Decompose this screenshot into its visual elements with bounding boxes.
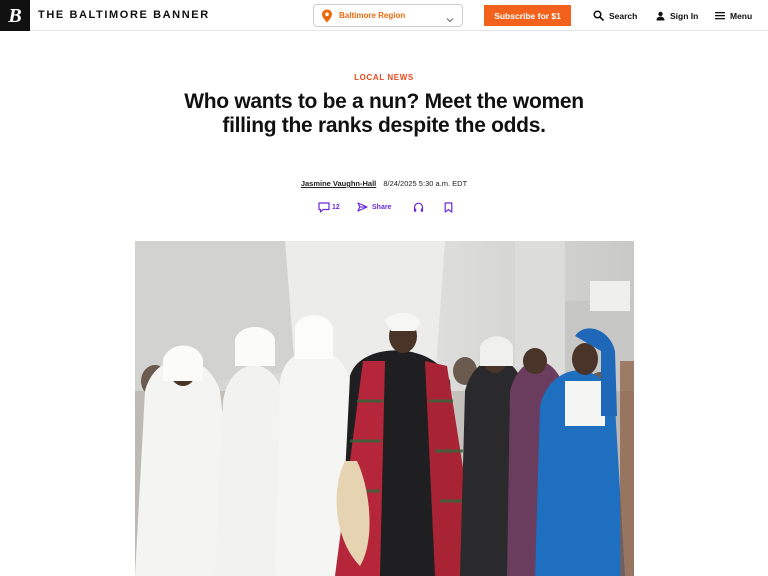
site-header: B THE BALTIMORE BANNER Baltimore Region … bbox=[0, 0, 768, 31]
section-kicker[interactable]: LOCAL NEWS bbox=[0, 73, 768, 82]
menu-label: Menu bbox=[730, 10, 753, 21]
chevron-down-icon bbox=[446, 11, 454, 23]
save-button[interactable] bbox=[444, 202, 453, 213]
author-link[interactable]: Jasmine Vaughn-Hall bbox=[301, 179, 376, 188]
share-button[interactable]: Share bbox=[357, 202, 391, 212]
comments-button[interactable]: 12 bbox=[318, 202, 340, 213]
subscribe-button[interactable]: Subscribe for $1 bbox=[484, 5, 571, 26]
search-button[interactable]: Search bbox=[593, 8, 637, 23]
share-label: Share bbox=[372, 203, 392, 211]
share-icon bbox=[357, 202, 368, 212]
signin-label: Sign In bbox=[670, 10, 699, 21]
headphones-icon bbox=[413, 202, 424, 212]
logo-letter: B bbox=[8, 4, 22, 27]
byline: Jasmine Vaughn-Hall 8/24/2025 5:30 a.m. … bbox=[0, 179, 768, 188]
menu-button[interactable]: Menu bbox=[715, 8, 752, 23]
region-label: Baltimore Region bbox=[339, 11, 406, 20]
photo-illustration bbox=[135, 241, 634, 576]
brand-name[interactable]: THE BALTIMORE BANNER bbox=[38, 9, 210, 21]
comment-icon bbox=[318, 202, 330, 213]
user-icon bbox=[656, 11, 665, 20]
search-label: Search bbox=[609, 10, 638, 21]
publish-timestamp: 8/24/2025 5:30 a.m. EDT bbox=[383, 179, 468, 188]
location-pin-icon bbox=[321, 9, 333, 23]
search-icon bbox=[593, 10, 604, 21]
site-logo[interactable]: B bbox=[0, 0, 30, 31]
hamburger-icon bbox=[715, 12, 725, 20]
lead-photo bbox=[135, 241, 634, 576]
region-selector[interactable]: Baltimore Region bbox=[313, 4, 463, 27]
signin-button[interactable]: Sign In bbox=[656, 8, 698, 23]
comments-count: 12 bbox=[332, 204, 340, 211]
listen-button[interactable] bbox=[413, 202, 424, 213]
bookmark-icon bbox=[444, 202, 453, 213]
article-headline: Who wants to be a nun? Meet the women fi… bbox=[184, 90, 584, 137]
